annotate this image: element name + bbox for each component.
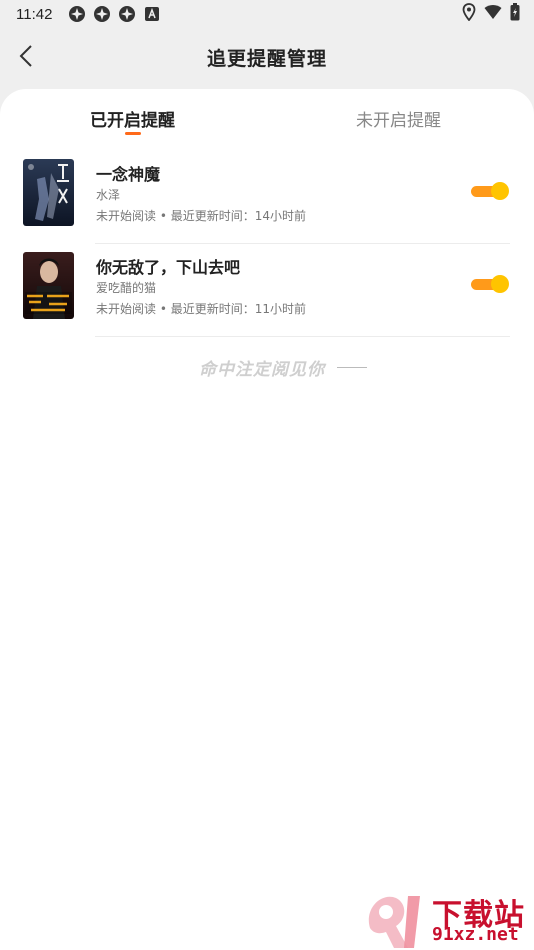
slogan-text: 命中注定阅见你 bbox=[199, 360, 325, 380]
book-title: 一念神魔 bbox=[96, 165, 161, 184]
divider bbox=[95, 336, 510, 337]
slogan-line bbox=[337, 367, 367, 368]
book-author: 水泽 bbox=[96, 188, 121, 202]
page-title: 追更提醒管理 bbox=[206, 48, 327, 70]
watermark-logo: 下载站 91xz.net bbox=[362, 888, 534, 950]
status-right-icons bbox=[462, 3, 520, 25]
reminder-toggle[interactable] bbox=[471, 182, 509, 200]
toggle-knob bbox=[491, 182, 509, 200]
tab-bar: 已开启提醒 未开启提醒 bbox=[0, 89, 534, 139]
wifi-icon bbox=[484, 4, 502, 24]
book-status: 未开始阅读 • 最近更新时间：11小时前 bbox=[96, 302, 306, 316]
status-time: 11:42 bbox=[16, 5, 53, 23]
end-of-list-slogan: 命中注定阅见你 bbox=[199, 355, 367, 380]
header: 追更提醒管理 bbox=[0, 32, 534, 84]
list-item[interactable]: 你无敌了，下山去吧 爱吃醋的猫 未开始阅读 • 最近更新时间：11小时前 bbox=[0, 244, 534, 337]
battery-icon bbox=[510, 3, 520, 25]
tab-enabled-reminders[interactable]: 已开启提醒 bbox=[90, 106, 175, 131]
app-notification-icon bbox=[68, 5, 86, 23]
status-bar: 11:42 bbox=[0, 0, 534, 28]
list-item[interactable]: 一念神魔 水泽 未开始阅读 • 最近更新时间：14小时前 bbox=[0, 151, 534, 244]
app-notification-icon bbox=[118, 5, 136, 23]
book-status: 未开始阅读 • 最近更新时间：14小时前 bbox=[96, 209, 306, 223]
font-icon bbox=[143, 5, 161, 23]
reminder-toggle[interactable] bbox=[471, 275, 509, 293]
tab-disabled-reminders[interactable]: 未开启提醒 bbox=[356, 106, 441, 131]
app-notification-icon bbox=[93, 5, 111, 23]
book-cover[interactable] bbox=[23, 159, 74, 226]
book-list: 一念神魔 水泽 未开始阅读 • 最近更新时间：14小时前 你无敌了，下山去吧 爱… bbox=[0, 151, 534, 337]
toggle-knob bbox=[491, 275, 509, 293]
watermark-url: 91xz.net bbox=[432, 924, 519, 945]
main-card: 已开启提醒 未开启提醒 一念神魔 水泽 未开始阅读 • 最近更新时间：14小时前… bbox=[0, 89, 534, 950]
location-icon bbox=[462, 3, 476, 25]
book-author: 爱吃醋的猫 bbox=[96, 281, 157, 295]
book-title: 你无敌了，下山去吧 bbox=[96, 258, 241, 277]
active-tab-indicator bbox=[125, 132, 141, 135]
book-cover[interactable] bbox=[23, 252, 74, 319]
